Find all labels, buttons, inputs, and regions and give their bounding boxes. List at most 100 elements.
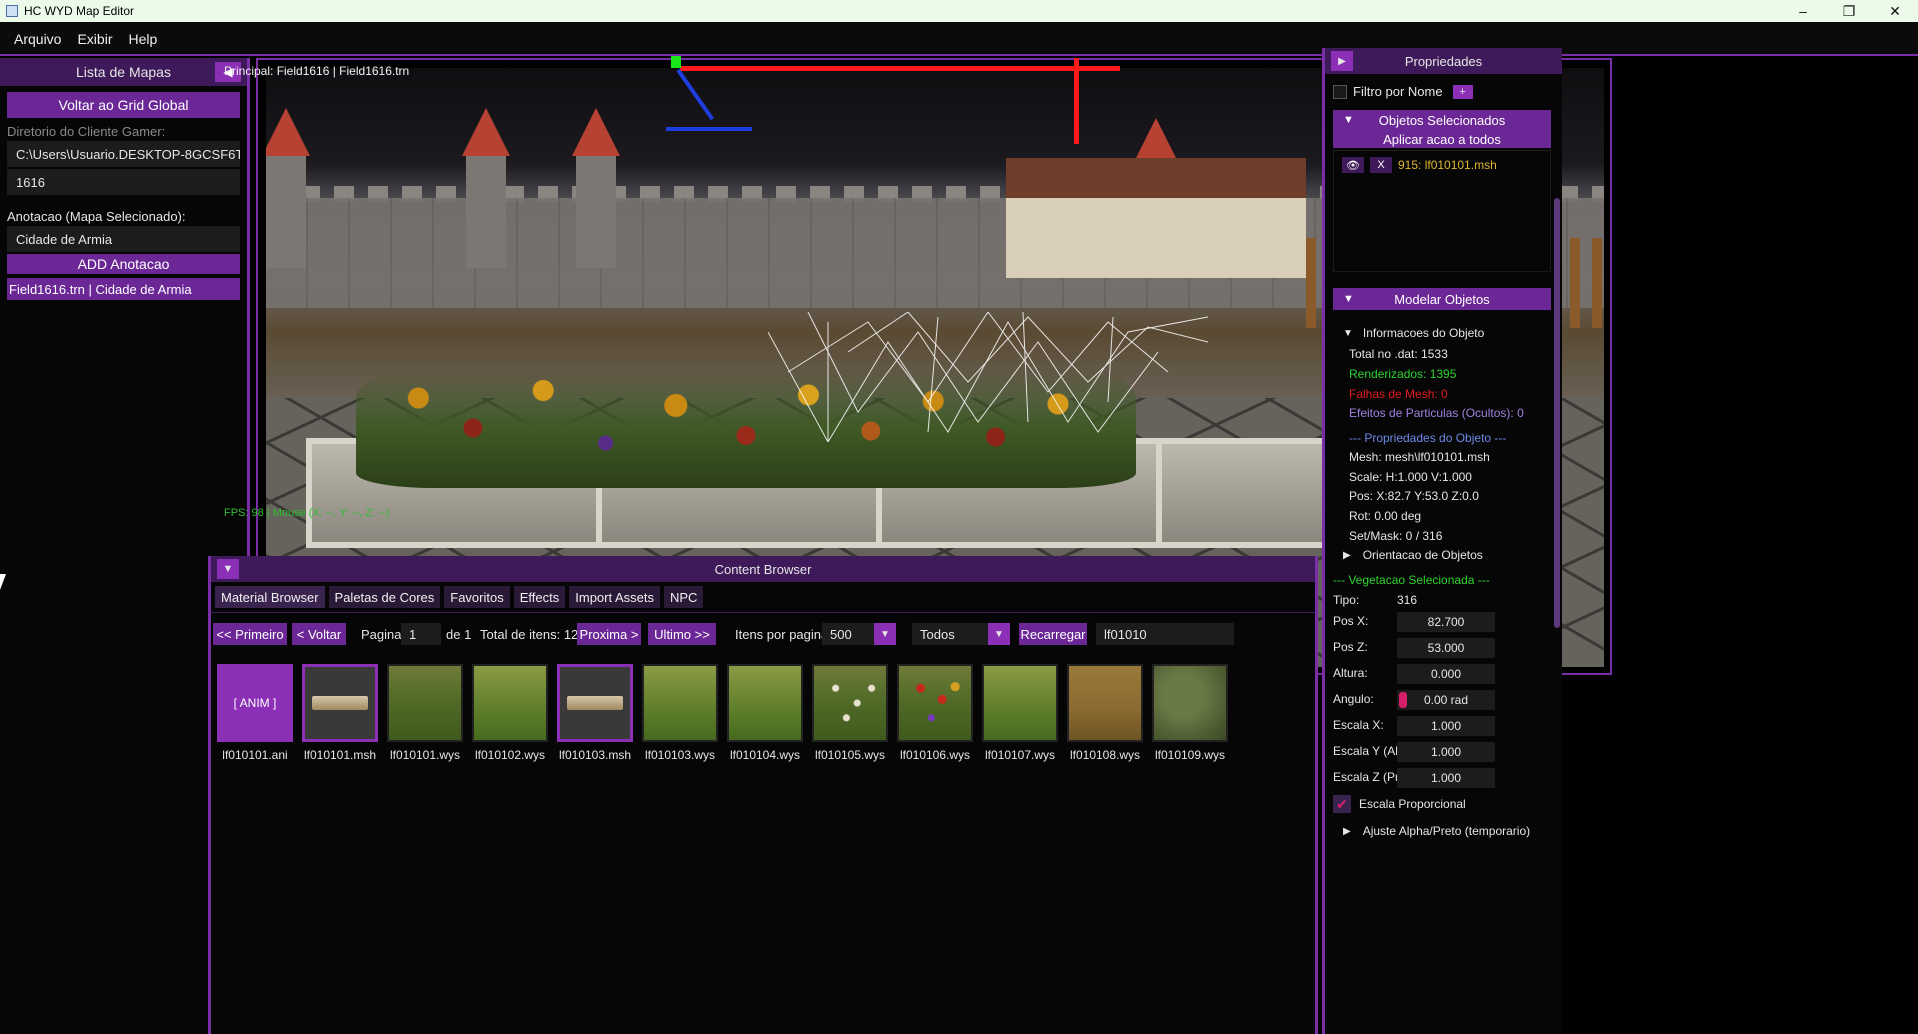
search-input[interactable]: lf01010: [1096, 623, 1234, 645]
triangle-down-icon: ▼: [1343, 293, 1354, 305]
filter-select[interactable]: Todos ▼: [912, 623, 1010, 645]
asset-thumbnail[interactable]: [ ANIM ]: [217, 664, 293, 742]
map-id-input[interactable]: 1616: [7, 169, 240, 195]
triangle-down-icon: ▼: [1343, 327, 1353, 339]
back-to-global-grid-button[interactable]: Voltar ao Grid Global: [7, 92, 240, 118]
chevron-down-icon[interactable]: ▼: [874, 623, 896, 645]
orientation-header[interactable]: ▶ Orientacao de Objetos: [1343, 548, 1483, 562]
tab-material-browser[interactable]: Material Browser: [215, 586, 325, 608]
maximize-button[interactable]: ❐: [1826, 0, 1872, 22]
chevron-down-icon[interactable]: ▼: [988, 623, 1010, 645]
content-browser-toggle[interactable]: ▼: [217, 559, 239, 579]
selected-objects-header[interactable]: ▼ Objetos Selecionados: [1333, 110, 1551, 130]
tab-import-assets[interactable]: Import Assets: [569, 586, 660, 608]
model-objects-header[interactable]: ▼ Modelar Objetos: [1333, 288, 1551, 310]
page-label: Pagina:: [361, 626, 406, 642]
remove-button[interactable]: X: [1370, 157, 1392, 173]
properties-header: ▶ Propriedades: [1325, 48, 1562, 74]
apply-to-all-button[interactable]: Aplicar acao a todos: [1333, 130, 1551, 148]
asset-thumbnail[interactable]: [897, 664, 973, 742]
gizmo-z-axis[interactable]: [666, 127, 752, 131]
asset-label: lf010106.wys: [899, 748, 971, 762]
proportional-scale-checkbox[interactable]: ✔: [1333, 795, 1351, 813]
menu-exibir[interactable]: Exibir: [69, 31, 120, 47]
properties-title: Propriedades: [1404, 53, 1483, 69]
next-page-button[interactable]: Proxima >: [577, 623, 641, 645]
minimize-button[interactable]: –: [1780, 0, 1826, 22]
asset-label: lf010101.ani: [222, 748, 288, 762]
gizmo-y-axis[interactable]: [671, 56, 681, 68]
name-filter-checkbox[interactable]: [1333, 84, 1347, 99]
asset-thumbnail[interactable]: [302, 664, 378, 742]
list-item[interactable]: 👁 X 915: lf010101.msh: [1342, 157, 1497, 173]
triangle-down-icon: ▼: [1343, 114, 1354, 126]
client-dir-input[interactable]: C:\Users\Usuario.DESKTOP-8GCSF6T\: [7, 141, 240, 167]
prev-page-button[interactable]: < Voltar: [292, 623, 346, 645]
tab-favoritos[interactable]: Favoritos: [444, 586, 510, 608]
asset-thumbnail[interactable]: [642, 664, 718, 742]
content-browser: ▼ Content Browser Material Browser Palet…: [208, 556, 1318, 1034]
client-dir-label: Diretorio do Cliente Gamer:: [7, 124, 166, 139]
scale-z-input[interactable]: 1.000: [1397, 768, 1495, 788]
timber-house: [1006, 158, 1306, 278]
scale-y-input[interactable]: 1.000: [1397, 742, 1495, 762]
mouse-cursor-icon: [0, 574, 6, 590]
pos-text: Pos: X:82.7 Y:53.0 Z:0.0: [1349, 489, 1479, 503]
last-page-button[interactable]: Ultimo >>: [648, 623, 716, 645]
asset-thumbnail[interactable]: [557, 664, 633, 742]
asset-thumbnail[interactable]: [1067, 664, 1143, 742]
selected-objects-title: Objetos Selecionados: [1378, 112, 1506, 128]
annotation-input[interactable]: Cidade de Armia: [7, 226, 240, 252]
asset-label: lf010108.wys: [1069, 748, 1141, 762]
eye-icon[interactable]: 👁: [1342, 157, 1364, 173]
first-page-button[interactable]: << Primeiro: [213, 623, 287, 645]
menu-arquivo[interactable]: Arquivo: [6, 31, 69, 47]
alpha-adjust-header[interactable]: ▶ Ajuste Alpha/Preto (temporario): [1343, 824, 1530, 838]
field-label: Pos Z:: [1333, 640, 1368, 654]
slider-handle[interactable]: [1399, 692, 1407, 708]
menu-bar: Arquivo Exibir Help: [0, 22, 1918, 56]
castle-tower: [466, 148, 506, 268]
close-button[interactable]: ✕: [1872, 0, 1918, 22]
asset-label: lf010105.wys: [814, 748, 886, 762]
content-browser-tabs: Material Browser Paletas de Cores Favori…: [215, 586, 704, 608]
fps-readout: FPS: 98 | Mouse (X: --, Y: --, Z: --): [224, 507, 390, 519]
castle-tower: [576, 148, 616, 268]
height-input[interactable]: 0.000: [1397, 664, 1495, 684]
asset-thumbnail[interactable]: [387, 664, 463, 742]
asset-thumbnail[interactable]: [727, 664, 803, 742]
per-page-select[interactable]: 500 ▼: [822, 623, 896, 645]
page-input[interactable]: 1: [401, 623, 441, 645]
tab-npc[interactable]: NPC: [664, 586, 704, 608]
field-label: Escala Z (Prof: [1333, 770, 1403, 784]
tab-effects[interactable]: Effects: [513, 586, 566, 608]
pos-z-input[interactable]: 53.000: [1397, 638, 1495, 658]
tab-paletas-de-cores[interactable]: Paletas de Cores: [328, 586, 441, 608]
gizmo-x-handle[interactable]: [1074, 58, 1079, 144]
scale-text: Scale: H:1.000 V:1.000: [1349, 470, 1472, 484]
properties-scrollbar[interactable]: [1554, 198, 1560, 628]
object-info-header[interactable]: ▼ Informacoes do Objeto: [1343, 326, 1484, 340]
asset-thumbnail[interactable]: [472, 664, 548, 742]
selected-mesh-wireframe[interactable]: [768, 312, 1208, 442]
pos-x-input[interactable]: 82.700: [1397, 612, 1495, 632]
name-filter-label: Filtro por Nome: [1353, 84, 1443, 99]
gizmo-x-axis[interactable]: [680, 66, 1120, 71]
field-label: Pos X:: [1333, 614, 1369, 628]
scale-x-input[interactable]: 1.000: [1397, 716, 1495, 736]
add-filter-button[interactable]: +: [1452, 84, 1473, 99]
menu-help[interactable]: Help: [120, 31, 165, 47]
asset-label: lf010101.msh: [303, 748, 377, 762]
asset-thumbnail[interactable]: [1152, 664, 1228, 742]
asset-thumbnail[interactable]: [812, 664, 888, 742]
field-label: Altura:: [1333, 666, 1368, 680]
pagination-toolbar: << Primeiro < Voltar Pagina: 1 de 1 Tota…: [211, 623, 1315, 647]
asset-thumbnail[interactable]: [982, 664, 1058, 742]
reload-button[interactable]: Recarregar: [1019, 623, 1087, 645]
map-list-item[interactable]: Field1616.trn | Cidade de Armia: [7, 278, 240, 300]
add-annotation-button[interactable]: ADD Anotacao: [7, 254, 240, 274]
content-browser-header: ▼ Content Browser: [211, 556, 1315, 582]
total-items: Total de itens: 12: [480, 626, 579, 642]
angle-slider[interactable]: 0.00 rad: [1397, 690, 1495, 710]
collapse-right-button[interactable]: ▶: [1331, 51, 1353, 71]
